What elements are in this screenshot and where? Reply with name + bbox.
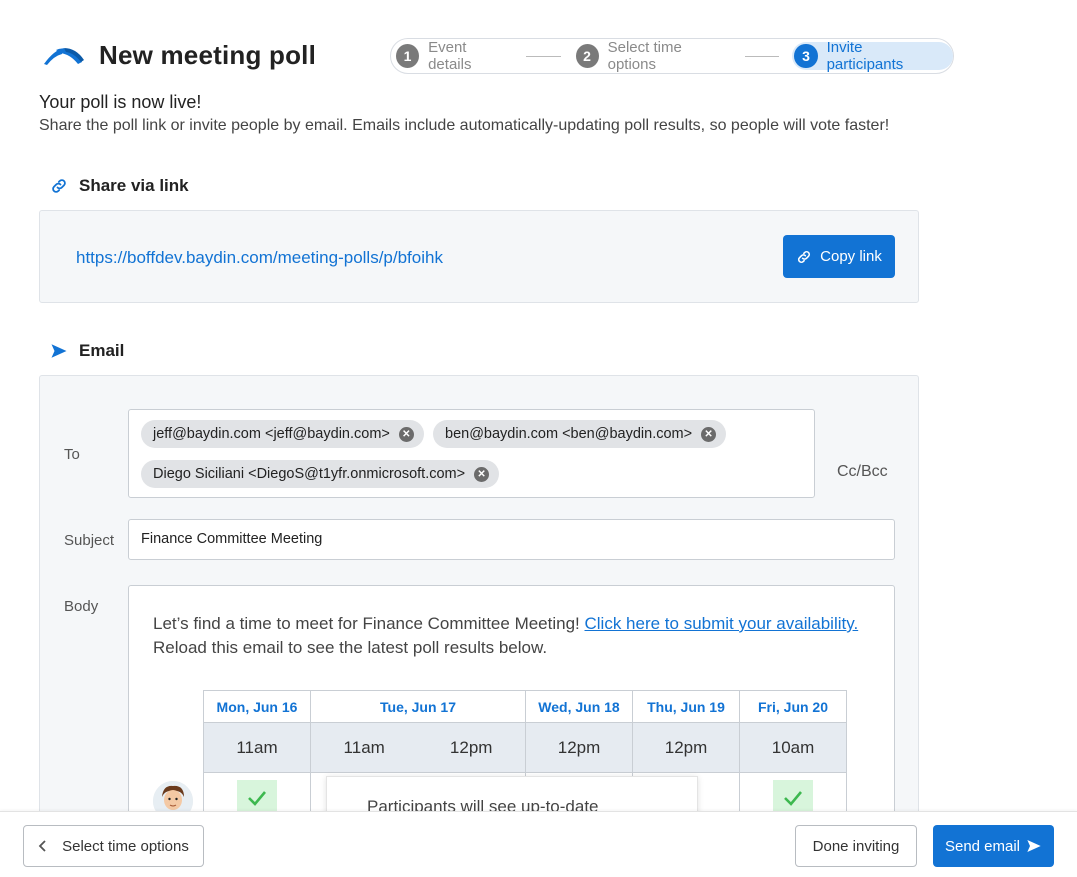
poll-day-header: Tue, Jun 17 [310,690,526,723]
progress-stepper: 1 Event details 2 Select time options 3 … [390,38,954,74]
recipient-chip: jeff@baydin.com <jeff@baydin.com> ✕ [141,420,424,448]
step-label: Select time options [607,39,682,73]
poll-time-slot: 11am [343,737,385,757]
step-label: Event details [428,39,472,73]
step-label: Invite participants [826,39,904,73]
body-reload-note: Reload this email to see the latest poll… [153,638,548,657]
step-event-details[interactable]: 1 Event details [396,39,511,73]
remove-recipient-icon[interactable]: ✕ [701,426,717,442]
copy-link-button[interactable]: Copy link [783,235,895,278]
poll-time-slot: 10am [739,722,847,773]
poll-live-description: Share the poll link or invite people by … [39,117,890,134]
back-button-label: Select time options [62,837,189,855]
step-select-time-options[interactable]: 2 Select time options [575,39,730,73]
body-label: Body [64,598,99,615]
availability-link[interactable]: Click here to submit your availability. [585,614,859,633]
share-link-panel: https://boffdev.baydin.com/meeting-polls… [39,210,919,303]
copy-link-label: Copy link [820,248,882,265]
done-inviting-label: Done inviting [812,837,900,855]
header: New meeting poll 1 Event details 2 Selec… [0,0,1077,90]
body-text: Let’s find a time to meet for Finance Co… [153,612,858,660]
step-number: 1 [396,44,420,68]
share-section-heading: Share via link [50,176,189,196]
step-divider [525,55,561,57]
step-divider [744,55,780,57]
body-editor[interactable]: Let’s find a time to meet for Finance Co… [128,585,895,845]
to-label: To [64,446,80,463]
share-section-title: Share via link [79,176,189,195]
poll-day-header: Fri, Jun 20 [739,690,847,723]
send-email-button[interactable]: Send email [933,825,1054,867]
poll-live-heading: Your poll is now live! [39,92,202,112]
recipient-text: ben@baydin.com <ben@baydin.com> [445,426,693,442]
page-title: New meeting poll [99,40,317,70]
recipient-chip: ben@baydin.com <ben@baydin.com> ✕ [433,420,727,448]
step-number: 3 [794,44,818,68]
subject-input[interactable]: Finance Committee Meeting [128,519,895,560]
email-panel: To jeff@baydin.com <jeff@baydin.com> ✕ b… [39,375,919,845]
email-section-title: Email [79,341,125,360]
step-number: 2 [575,44,599,68]
subject-label: Subject [64,532,115,549]
poll-time-slot: 12pm [449,737,493,757]
chevron-left-icon [38,840,46,852]
recipient-text: jeff@baydin.com <jeff@baydin.com> [153,426,390,442]
body-intro: Let’s find a time to meet for Finance Co… [153,614,585,633]
remove-recipient-icon[interactable]: ✕ [474,466,490,482]
poll-day-header: Mon, Jun 16 [203,690,311,723]
send-icon [50,342,68,360]
poll-time-slot: 12pm [632,722,740,773]
recipient-chip: Diego Siciliani <DiegoS@t1yfr.onmicrosof… [141,460,500,488]
poll-time-slot: 12pm [525,722,633,773]
recipients-field[interactable]: jeff@baydin.com <jeff@baydin.com> ✕ ben@… [128,409,815,498]
poll-time-slot: 11am [203,722,311,773]
poll-day-header: Thu, Jun 19 [632,690,740,723]
poll-time-pair: 11am 12pm [310,722,526,773]
send-email-label: Send email [944,837,1021,855]
app-logo-icon [44,48,84,65]
link-icon [798,250,811,263]
link-icon [50,177,68,195]
poll-link[interactable]: https://boffdev.baydin.com/meeting-polls… [76,248,443,268]
poll-day-header: Wed, Jun 18 [525,690,633,723]
recipient-text: Diego Siciliani <DiegoS@t1yfr.onmicrosof… [153,466,466,482]
back-button[interactable]: Select time options [23,825,204,867]
footer-bar: Select time options Done inviting Send e… [0,811,1077,877]
step-invite-participants[interactable]: 3 Invite participants [792,39,953,73]
done-inviting-button[interactable]: Done inviting [795,825,917,867]
send-icon [1027,840,1041,852]
email-section-heading: Email [50,341,124,361]
cc-bcc-toggle[interactable]: Cc/Bcc [837,463,888,481]
remove-recipient-icon[interactable]: ✕ [398,426,414,442]
